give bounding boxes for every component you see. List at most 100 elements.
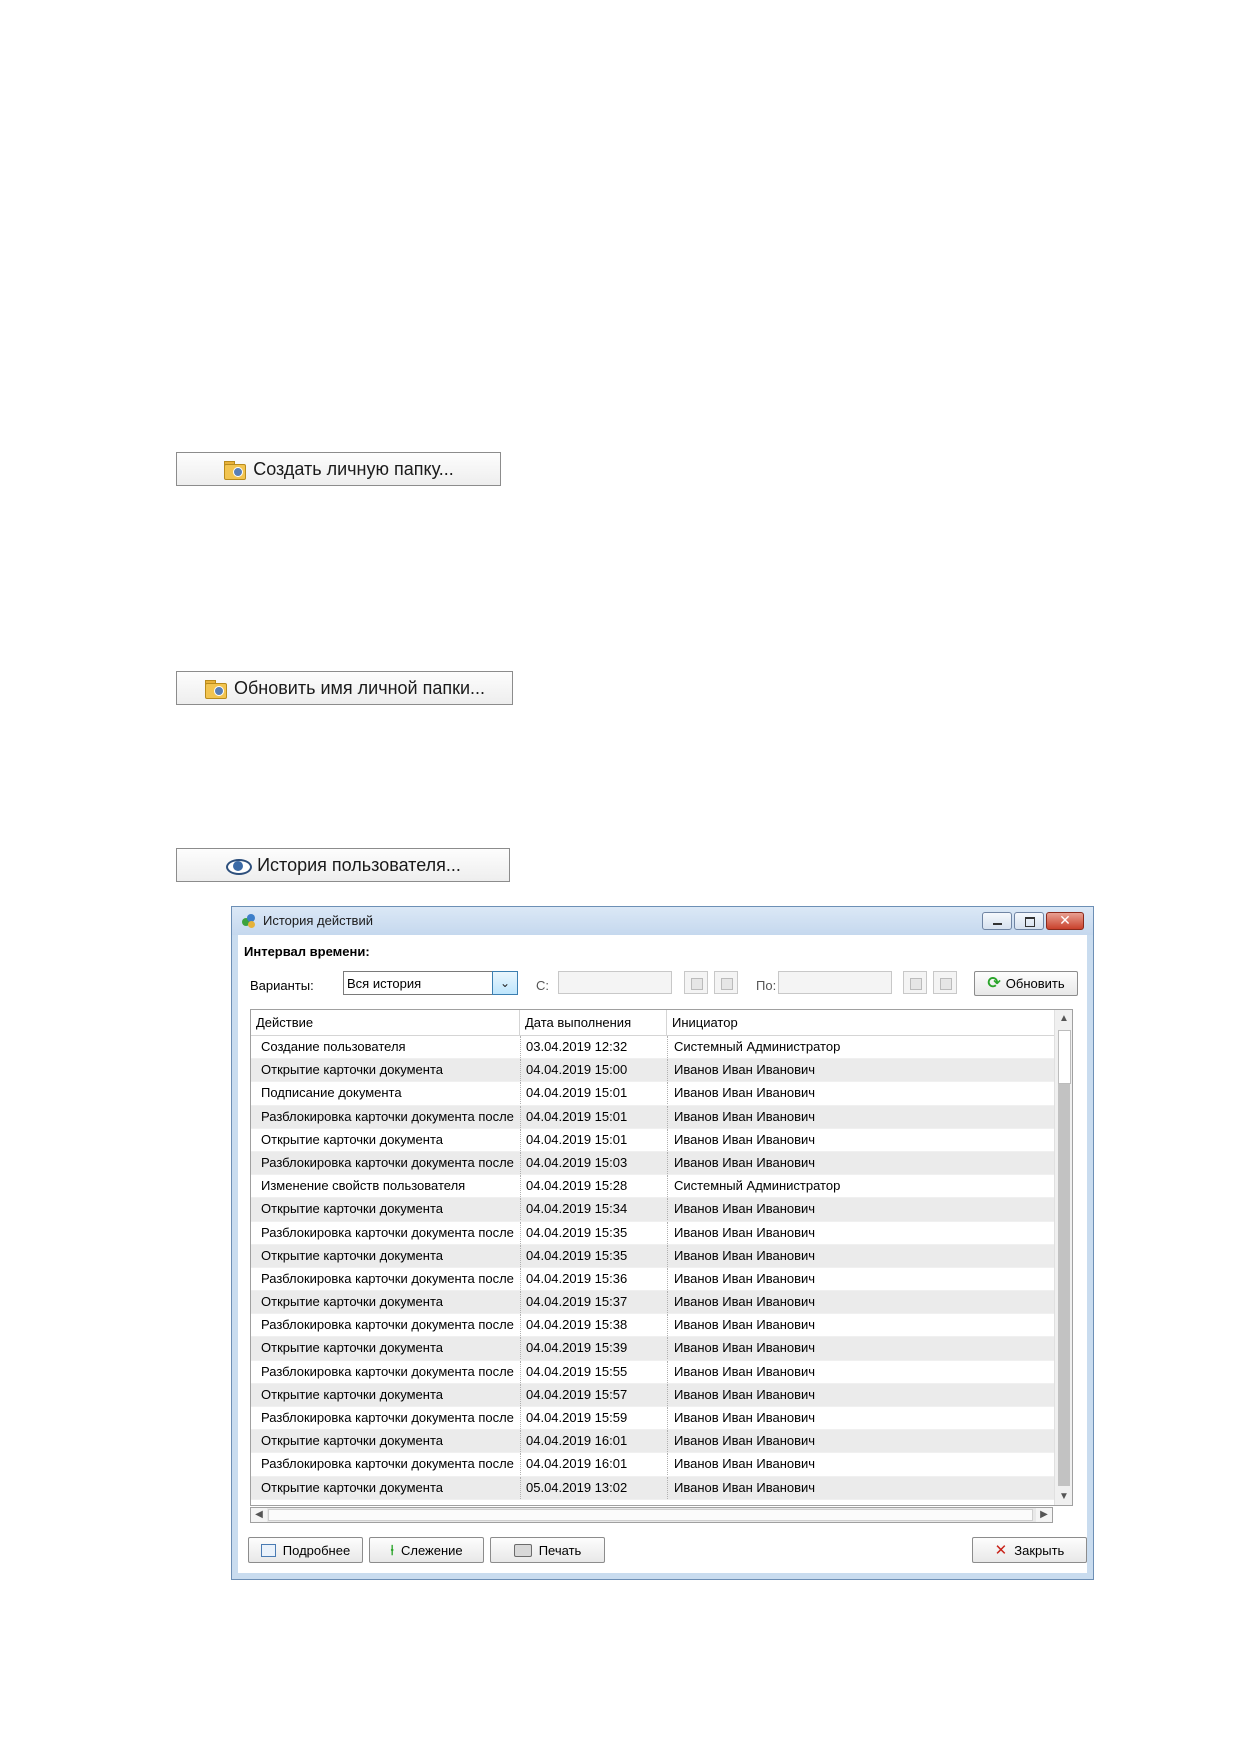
cell-date: 04.04.2019 15:59	[520, 1407, 660, 1429]
cell-initiator: Иванов Иван Иванович	[667, 1430, 1054, 1453]
cell-initiator: Иванов Иван Иванович	[667, 1291, 1054, 1314]
cell-action: Открытие карточки документа	[261, 1340, 444, 1356]
from-label: С:	[536, 978, 549, 993]
calendar-icon	[691, 978, 703, 990]
cell-initiator: Иванов Иван Иванович	[667, 1453, 1054, 1476]
table-row[interactable]: Открытие карточки документа 04.04.2019 15…	[251, 1128, 1054, 1152]
scroll-left-icon[interactable]: ◀	[251, 1508, 267, 1522]
cell-initiator: Иванов Иван Иванович	[667, 1059, 1054, 1082]
table-row[interactable]: Открытие карточки документа 05.04.2019 13…	[251, 1476, 1054, 1500]
horizontal-scroll-thumb[interactable]	[268, 1509, 1033, 1521]
cell-initiator: Системный Администратор	[667, 1036, 1054, 1058]
maximize-button[interactable]	[1014, 912, 1044, 930]
vertical-scroll-thumb[interactable]	[1058, 1030, 1071, 1084]
cell-initiator: Иванов Иван Иванович	[667, 1267, 1054, 1290]
to-date-input[interactable]	[778, 971, 892, 994]
dialog-title: История действий	[263, 913, 373, 928]
vertical-scrollbar[interactable]: ▲ ▼	[1054, 1010, 1072, 1505]
table-row[interactable]: Разблокировка карточки документа после 04…	[251, 1105, 1054, 1129]
update-personal-folder-label: Обновить имя личной папки...	[233, 677, 486, 698]
table-body: Создание пользователя 03.04.2019 12:32 Сис…	[251, 1036, 1054, 1500]
minimize-button[interactable]	[982, 912, 1012, 930]
vertical-scroll-track[interactable]	[1058, 1084, 1070, 1486]
table-row[interactable]: Подписание документа 04.04.2019 15:01 Иван…	[251, 1082, 1054, 1106]
cell-initiator: Иванов Иван Иванович	[667, 1128, 1054, 1151]
from-date-input[interactable]	[558, 971, 672, 994]
refresh-label: Обновить	[1005, 976, 1065, 991]
table-row[interactable]: Открытие карточки документа 04.04.2019 15…	[251, 1198, 1054, 1222]
column-header-initiator[interactable]: Инициатор	[667, 1010, 1054, 1035]
eraser-icon	[940, 978, 952, 990]
cell-action: Разблокировка карточки документа после	[261, 1363, 514, 1379]
horizontal-scrollbar[interactable]: ◀ ▶	[250, 1507, 1053, 1523]
cell-initiator: Иванов Иван Иванович	[667, 1198, 1054, 1221]
user-history-label: История пользователя...	[257, 854, 461, 875]
cell-date: 04.04.2019 15:35	[520, 1221, 660, 1244]
cell-action: Разблокировка карточки документа после	[261, 1270, 514, 1286]
cell-action: Открытие карточки документа	[261, 1479, 444, 1495]
eye-icon	[225, 856, 253, 875]
variants-dropdown-button[interactable]: ⌄	[492, 971, 518, 995]
print-button[interactable]: Печать	[490, 1537, 605, 1563]
table-row[interactable]: Разблокировка карточки документа после 04…	[251, 1407, 1054, 1431]
table-row[interactable]: Разблокировка карточки документа после 04…	[251, 1267, 1054, 1292]
from-calendar-button[interactable]	[684, 971, 708, 994]
table-header: Действие Дата выполнения Инициатор	[251, 1010, 1054, 1036]
close-icon: ✕	[994, 1541, 1008, 1559]
cell-initiator: Иванов Иван Иванович	[667, 1476, 1054, 1499]
table-row[interactable]: Открытие карточки документа 04.04.2019 16…	[251, 1430, 1054, 1454]
cell-date: 04.04.2019 15:38	[520, 1314, 660, 1337]
cell-date: 04.04.2019 15:01	[520, 1128, 660, 1151]
dialog-titlebar[interactable]: История действий ✕	[232, 907, 1093, 935]
window-close-button[interactable]: ✕	[1046, 912, 1084, 930]
tracking-label: Слежение	[400, 1542, 463, 1558]
table-row[interactable]: Разблокировка карточки документа после 04…	[251, 1314, 1054, 1338]
user-folder-icon	[204, 678, 228, 699]
table-row[interactable]: Открытие карточки документа 04.04.2019 15…	[251, 1337, 1054, 1361]
to-clear-button[interactable]	[933, 971, 957, 994]
scroll-up-icon[interactable]: ▲	[1055, 1010, 1072, 1027]
table-row[interactable]: Открытие карточки документа 04.04.2019 15…	[251, 1291, 1054, 1315]
column-header-date[interactable]: Дата выполнения	[520, 1010, 667, 1035]
user-history-button[interactable]: История пользователя...	[176, 848, 510, 882]
cell-date: 04.04.2019 15:55	[520, 1360, 660, 1383]
cell-date: 04.04.2019 16:01	[520, 1430, 660, 1453]
cell-action: Разблокировка карточки документа после	[261, 1108, 514, 1124]
column-header-action[interactable]: Действие	[251, 1010, 520, 1035]
scroll-right-icon[interactable]: ▶	[1036, 1508, 1052, 1522]
cell-date: 04.04.2019 15:34	[520, 1198, 660, 1221]
pin-icon: ⍿	[390, 1542, 394, 1558]
cell-date: 05.04.2019 13:02	[520, 1476, 660, 1499]
close-label: Закрыть	[1014, 1542, 1065, 1558]
cell-date: 04.04.2019 15:00	[520, 1059, 660, 1082]
variants-select[interactable]: Вся история	[343, 971, 493, 995]
interval-label: Интервал времени:	[244, 944, 370, 959]
table-row[interactable]: Открытие карточки документа 04.04.2019 15…	[251, 1244, 1054, 1268]
table-row[interactable]: Открытие карточки документа 04.04.2019 15…	[251, 1059, 1054, 1083]
chevron-down-icon: ⌄	[499, 976, 511, 990]
table-row[interactable]: Разблокировка карточки документа после 04…	[251, 1221, 1054, 1245]
cell-action: Подписание документа	[261, 1085, 402, 1101]
from-clear-button[interactable]	[714, 971, 738, 994]
close-button[interactable]: ✕ Закрыть	[972, 1537, 1087, 1563]
cell-initiator: Иванов Иван Иванович	[667, 1337, 1054, 1360]
table-row[interactable]: Открытие карточки документа 04.04.2019 15…	[251, 1383, 1054, 1407]
cell-initiator: Иванов Иван Иванович	[667, 1314, 1054, 1337]
to-calendar-button[interactable]	[903, 971, 927, 994]
table-row[interactable]: Разблокировка карточки документа после 04…	[251, 1453, 1054, 1477]
tracking-button[interactable]: ⍿ Слежение	[369, 1537, 484, 1563]
cell-action: Изменение свойств пользователя	[261, 1178, 466, 1194]
table-row[interactable]: Изменение свойств пользователя 04.04.2019…	[251, 1175, 1054, 1199]
refresh-button[interactable]: ⟳ Обновить	[974, 971, 1078, 996]
details-button[interactable]: Подробнее	[248, 1537, 363, 1563]
create-personal-folder-button[interactable]: Создать личную папку...	[176, 452, 501, 486]
table-row[interactable]: Создание пользователя 03.04.2019 12:32 Сис…	[251, 1036, 1054, 1060]
cell-initiator: Иванов Иван Иванович	[667, 1221, 1054, 1244]
cell-initiator: Иванов Иван Иванович	[667, 1105, 1054, 1128]
table-row[interactable]: Разблокировка карточки документа после 04…	[251, 1360, 1054, 1384]
details-icon	[260, 1543, 276, 1557]
table-row[interactable]: Разблокировка карточки документа после 04…	[251, 1151, 1054, 1176]
update-personal-folder-button[interactable]: Обновить имя личной папки...	[176, 671, 513, 705]
scroll-down-icon[interactable]: ▼	[1055, 1488, 1072, 1505]
cell-date: 04.04.2019 15:01	[520, 1105, 660, 1128]
